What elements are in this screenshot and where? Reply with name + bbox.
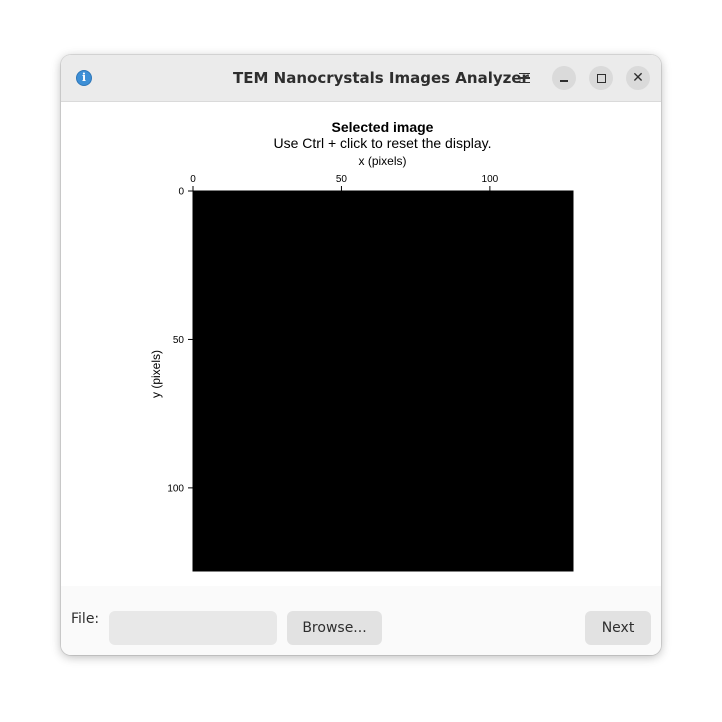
- close-icon: ✕: [632, 70, 644, 86]
- file-path-input[interactable]: [109, 611, 277, 645]
- footer-bar: File: Browse... Next: [61, 586, 661, 655]
- plot-area: Selected image Use Ctrl + click to reset…: [61, 102, 661, 586]
- close-button[interactable]: ✕: [626, 66, 650, 90]
- minimize-button[interactable]: [552, 66, 576, 90]
- y-axis: 0 50 100: [167, 187, 193, 494]
- image-display[interactable]: [192, 190, 574, 572]
- x-tick-label: 100: [482, 174, 499, 185]
- y-tick-label: 0: [178, 187, 184, 198]
- hamburger-icon: [518, 72, 530, 75]
- image-canvas[interactable]: 0 50 100 0 50 100: [61, 102, 661, 586]
- next-button[interactable]: Next: [585, 611, 651, 645]
- x-tick-label: 50: [336, 174, 348, 185]
- maximize-button[interactable]: [589, 66, 613, 90]
- app-window: i TEM Nanocrystals Images Analyzer ✕ Sel…: [61, 55, 661, 655]
- title-bar[interactable]: i TEM Nanocrystals Images Analyzer ✕: [61, 55, 661, 102]
- minimize-icon: [560, 80, 568, 82]
- maximize-icon: [596, 73, 606, 83]
- y-tick-label: 100: [167, 483, 184, 494]
- menu-button[interactable]: [512, 66, 536, 90]
- y-tick-label: 50: [173, 335, 185, 346]
- info-icon: i: [76, 70, 92, 86]
- file-label: File:: [71, 611, 100, 627]
- x-tick-label: 0: [190, 174, 196, 185]
- browse-button[interactable]: Browse...: [287, 611, 382, 645]
- x-axis: 0 50 100: [190, 174, 499, 191]
